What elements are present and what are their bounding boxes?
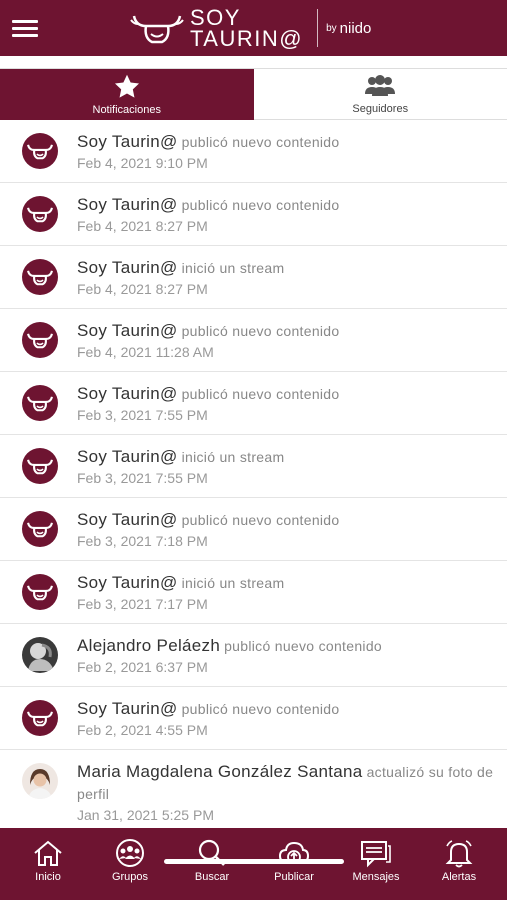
- bull-logo-icon: [27, 207, 53, 223]
- nav-label: Buscar: [194, 871, 230, 883]
- avatar: [22, 385, 58, 421]
- notification-actor: Soy Taurin@: [77, 258, 178, 277]
- notification-tabs: Notificaciones Seguidores: [0, 68, 507, 120]
- bull-logo-icon: [27, 396, 53, 412]
- notification-time: Feb 2, 2021 6:37 PM: [77, 659, 208, 675]
- tab-seguidores[interactable]: Seguidores: [253, 69, 507, 120]
- nav-inicio[interactable]: Inicio: [13, 838, 83, 883]
- tab-label: Notificaciones: [92, 104, 161, 116]
- bell-icon: [445, 840, 473, 868]
- avatar: [22, 322, 58, 358]
- list-item[interactable]: Maria Magdalena González Santana actualiz…: [0, 750, 507, 828]
- tab-notificaciones[interactable]: Notificaciones: [0, 69, 254, 120]
- notification-time: Feb 2, 2021 4:55 PM: [77, 722, 208, 738]
- bull-logo-icon: [27, 585, 53, 601]
- bottom-navigation: Inicio Grupos Buscar Publicar Mensajes A…: [0, 828, 507, 900]
- users-icon: [365, 75, 396, 96]
- avatar: [22, 637, 58, 673]
- list-item[interactable]: Soy Taurin@ publicó nuevo contenido Feb 4…: [0, 309, 507, 372]
- nav-label: Alertas: [441, 871, 477, 883]
- bull-logo-icon: [130, 15, 184, 44]
- user-photo-icon: [22, 763, 58, 799]
- logo-divider: [317, 9, 319, 47]
- avatar: [22, 511, 58, 547]
- bull-logo-icon: [27, 270, 53, 286]
- bull-logo-icon: [27, 459, 53, 475]
- notification-time: Feb 4, 2021 9:10 PM: [77, 155, 208, 171]
- notification-actor: Soy Taurin@: [77, 384, 178, 403]
- notification-list[interactable]: Soy Taurin@ publicó nuevo contenido Feb 4…: [0, 120, 507, 828]
- notification-actor: Soy Taurin@: [77, 321, 178, 340]
- list-item[interactable]: Soy Taurin@ publicó nuevo contenido Feb 2…: [0, 687, 507, 750]
- user-photo-icon: [22, 637, 58, 673]
- nav-label: Publicar: [274, 871, 314, 883]
- avatar: [22, 574, 58, 610]
- notification-actor: Alejandro Peláezh: [77, 636, 221, 655]
- notification-time: Feb 3, 2021 7:55 PM: [77, 407, 208, 423]
- groups-icon: [116, 839, 144, 867]
- notification-action: publicó nuevo contenido: [181, 134, 340, 150]
- logo-by: by: [326, 22, 337, 34]
- bull-logo-icon: [27, 711, 53, 727]
- avatar: [22, 700, 58, 736]
- list-item[interactable]: Soy Taurin@ inició un stream Feb 3, 2021 …: [0, 561, 507, 624]
- notification-actor: Soy Taurin@: [77, 447, 178, 466]
- app-logo: SOY TAURIN@ by niido: [130, 5, 371, 51]
- notification-actor: Soy Taurin@: [77, 132, 178, 151]
- notification-time: Feb 4, 2021 11:28 AM: [77, 344, 214, 360]
- bull-logo-icon: [27, 522, 53, 538]
- logo-brand: niido: [339, 19, 372, 37]
- notification-action: publicó nuevo contenido: [181, 323, 340, 339]
- nav-label: Mensajes: [352, 871, 400, 883]
- notification-time: Feb 4, 2021 8:27 PM: [77, 218, 208, 234]
- notification-action: inició un stream: [181, 449, 285, 465]
- notification-actor: Soy Taurin@: [77, 699, 178, 718]
- bull-logo-icon: [27, 333, 53, 349]
- bull-logo-icon: [27, 144, 53, 160]
- notification-time: Feb 3, 2021 7:17 PM: [77, 596, 208, 612]
- notification-actor: Soy Taurin@: [77, 195, 178, 214]
- messages-icon: [361, 841, 391, 868]
- hamburger-menu-icon[interactable]: [12, 18, 38, 38]
- avatar: [22, 763, 58, 799]
- notification-time: Jan 31, 2021 5:25 PM: [77, 807, 214, 823]
- list-item[interactable]: Soy Taurin@ publicó nuevo contenido Feb 4…: [0, 120, 507, 183]
- notification-time: Feb 3, 2021 7:55 PM: [77, 470, 208, 486]
- nav-label: Grupos: [111, 871, 149, 883]
- list-item[interactable]: Soy Taurin@ inició un stream Feb 4, 2021 …: [0, 246, 507, 309]
- nav-mensajes[interactable]: Mensajes: [341, 838, 411, 883]
- home-icon: [34, 840, 62, 866]
- star-icon: [114, 74, 139, 98]
- notification-action: inició un stream: [181, 575, 285, 591]
- notification-action: publicó nuevo contenido: [181, 386, 340, 402]
- notification-time: Feb 3, 2021 7:18 PM: [77, 533, 208, 549]
- list-item[interactable]: Alejandro Peláezh publicó nuevo contenido…: [0, 624, 507, 687]
- nav-grupos[interactable]: Grupos: [95, 838, 165, 883]
- notification-time: Feb 4, 2021 8:27 PM: [77, 281, 208, 297]
- notification-action: publicó nuevo contenido: [181, 701, 340, 717]
- avatar: [22, 448, 58, 484]
- tab-label: Seguidores: [352, 103, 409, 115]
- avatar: [22, 196, 58, 232]
- notification-action: inició un stream: [181, 260, 285, 276]
- notification-actor: Soy Taurin@: [77, 573, 178, 592]
- top-bar: SOY TAURIN@ by niido: [0, 0, 507, 56]
- list-item[interactable]: Soy Taurin@ publicó nuevo contenido Feb 3…: [0, 498, 507, 561]
- notification-actor: Maria Magdalena González Santana: [77, 762, 363, 781]
- avatar: [22, 259, 58, 295]
- nav-alertas[interactable]: Alertas: [424, 838, 494, 883]
- list-item[interactable]: Soy Taurin@ publicó nuevo contenido Feb 3…: [0, 372, 507, 435]
- avatar: [22, 133, 58, 169]
- notification-action: publicó nuevo contenido: [224, 638, 382, 654]
- list-item[interactable]: Soy Taurin@ publicó nuevo contenido Feb 4…: [0, 183, 507, 246]
- notification-actor: Soy Taurin@: [77, 510, 178, 529]
- home-indicator[interactable]: [164, 859, 344, 864]
- nav-label: Inicio: [35, 871, 61, 883]
- notification-action: publicó nuevo contenido: [181, 197, 340, 213]
- notification-action: publicó nuevo contenido: [181, 512, 340, 528]
- logo-wordmark: SOY TAURIN@: [190, 5, 304, 51]
- list-item[interactable]: Soy Taurin@ inició un stream Feb 3, 2021 …: [0, 435, 507, 498]
